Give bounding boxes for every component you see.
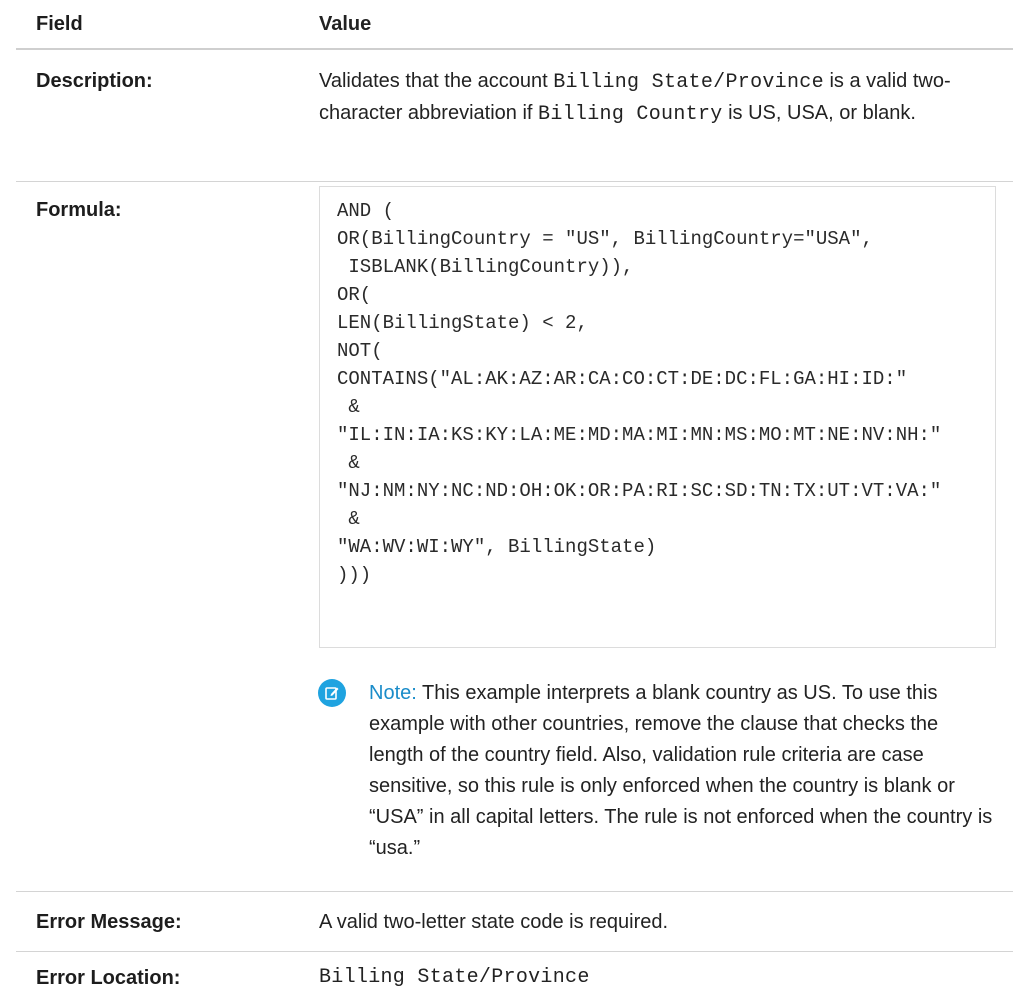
description-text-1: Validates that the account	[319, 70, 554, 92]
note-text: Note: This example interprets a blank co…	[369, 678, 995, 864]
table-header-row: Field Value	[16, 0, 1013, 50]
error-location-label: Error Location:	[36, 966, 181, 989]
error-location-row: Error Location: Billing State/Province	[16, 952, 1013, 1003]
formula-label: Formula:	[36, 199, 122, 221]
header-field: Field	[36, 13, 83, 35]
formula-code: AND ( OR(BillingCountry = "US", BillingC…	[337, 200, 942, 586]
note-label: Note:	[369, 682, 417, 704]
description-value: Validates that the account Billing State…	[319, 66, 1013, 181]
error-message-value: A valid two-letter state code is require…	[319, 910, 669, 933]
description-label: Description:	[36, 70, 153, 92]
note-callout: Note: This example interprets a blank co…	[318, 648, 999, 864]
formula-code-block: AND ( OR(BillingCountry = "US", BillingC…	[319, 186, 996, 648]
description-code-1: Billing State/Province	[553, 71, 824, 94]
description-row: Description: Validates that the account …	[16, 50, 1013, 182]
note-body: This example interprets a blank country …	[369, 682, 993, 859]
header-value: Value	[319, 13, 372, 35]
description-code-2: Billing Country	[538, 103, 723, 126]
error-location-value: Billing State/Province	[319, 965, 590, 989]
description-text-3: is US, USA, or blank.	[722, 102, 916, 124]
error-message-row: Error Message: A valid two-letter state …	[16, 892, 1013, 952]
validation-rule-table: Field Value Description: Validates that …	[16, 0, 1013, 988]
error-message-label: Error Message:	[36, 910, 182, 933]
edit-note-icon	[318, 679, 346, 707]
